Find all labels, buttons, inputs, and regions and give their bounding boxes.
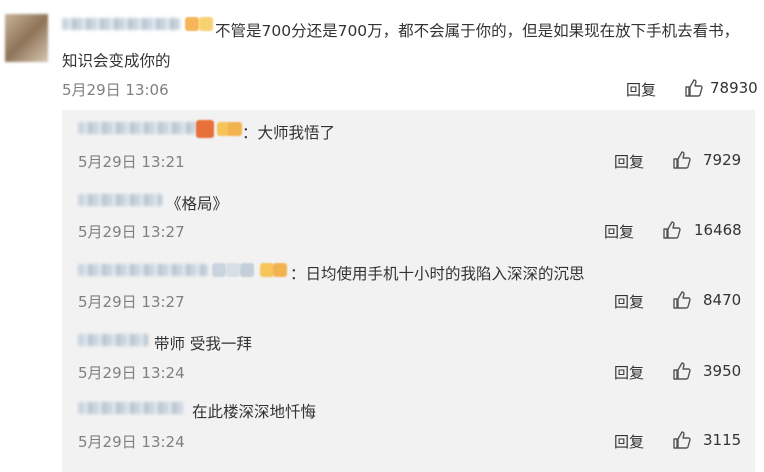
thumbs-up-icon[interactable] [672,290,692,310]
thumbs-up-icon[interactable] [662,220,682,240]
thumbs-up-icon[interactable] [684,78,704,98]
like-count: 3115 [703,431,742,449]
badge-icon [212,263,226,277]
comment-timestamp: 5月29日 13:06 [62,81,169,99]
like-count: 3950 [703,362,742,380]
reply-timestamp: 5月29日 13:27 [78,293,185,311]
reply-username-blurred[interactable] [78,264,208,276]
like-count: 78930 [710,79,758,97]
comment-text: 不管是700分还是700万，都不会属于你的，但是如果现在放下手机去看书， 知识会… [62,16,752,76]
comment-text-line1: 不管是700分还是700万，都不会属于你的，但是如果现在放下手机去看书， [215,22,740,40]
reply-text: 在此楼深深地忏悔 [192,403,317,421]
like-count: 8470 [703,291,742,309]
reply-timestamp: 5月29日 13:21 [78,153,185,171]
reply-button[interactable]: 回复 [604,221,634,242]
reply-username-blurred[interactable] [78,122,196,134]
reply-text: ：日均使用手机十小时的我陷入深深的沉思 [290,265,585,283]
replies-panel: ：大师我悟了 5月29日 13:21 回复 7929 《格局》 5月29日 13… [62,110,755,472]
badge-icon [260,263,274,277]
avatar[interactable] [5,14,48,62]
reply-username-blurred[interactable] [78,194,162,206]
badge-icon [240,263,254,277]
like-count: 7929 [703,151,742,169]
reply-timestamp: 5月29日 13:27 [78,223,185,241]
reply-timestamp: 5月29日 13:24 [78,433,185,451]
reply-text: 带师 受我一拜 [154,335,252,353]
badge-icon [196,120,214,138]
reply-button[interactable]: 回复 [614,431,644,452]
badge-icon [273,263,287,277]
reply-button[interactable]: 回复 [626,79,656,100]
reply-text: ：大师我悟了 [242,124,336,142]
reply-button[interactable]: 回复 [614,362,644,383]
reply-text: 《格局》 [166,195,229,213]
comment-text-line2: 知识会变成你的 [62,52,171,70]
thumbs-up-icon[interactable] [672,361,692,381]
like-count: 16468 [694,221,742,239]
reply-username-blurred[interactable] [78,402,184,414]
reply-timestamp: 5月29日 13:24 [78,364,185,382]
reply-button[interactable]: 回复 [614,291,644,312]
thumbs-up-icon[interactable] [672,150,692,170]
badge-icon [226,263,240,277]
thumbs-up-icon[interactable] [672,430,692,450]
reply-button[interactable]: 回复 [614,151,644,172]
reply-username-blurred[interactable] [78,334,148,346]
badge-icon [228,122,242,136]
